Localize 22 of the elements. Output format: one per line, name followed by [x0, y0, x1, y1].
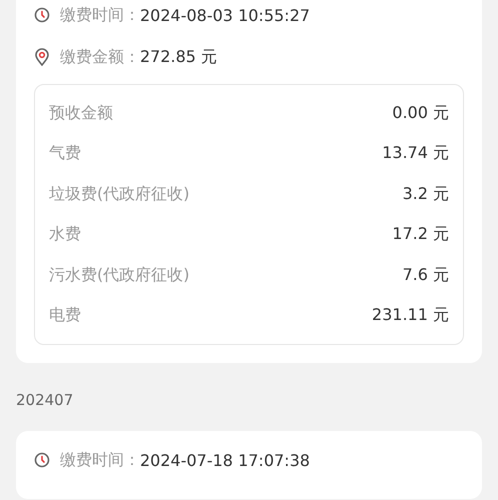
fee-amount: 13.74 元	[382, 143, 449, 164]
fee-name: 水费	[49, 224, 81, 246]
clock-icon	[34, 7, 50, 23]
payment-time-label: 缴费时间：	[60, 450, 140, 470]
fee-name: 预收金额	[49, 102, 113, 124]
fee-name: 电费	[49, 305, 81, 326]
fee-amount: 3.2 元	[402, 184, 449, 205]
payment-amount-label: 缴费金额：	[60, 46, 140, 68]
clock-icon	[34, 452, 50, 468]
fee-name: 垃圾费(代政府征收)	[49, 184, 190, 205]
payment-time-value: 2024-08-03 10:55:27	[140, 6, 310, 24]
payment-amount-value: 272.85 元	[140, 46, 218, 68]
payment-time-label: 缴费时间：	[60, 4, 140, 26]
fee-name: 气费	[49, 143, 81, 164]
fee-amount: 231.11 元	[372, 305, 449, 326]
fee-name: 污水费(代政府征收)	[49, 264, 190, 286]
month-heading: 202407	[16, 391, 74, 409]
payment-time-value: 2024-07-18 17:07:38	[140, 450, 310, 470]
fee-amount: 17.2 元	[392, 224, 449, 246]
location-pin-icon	[34, 48, 50, 66]
fee-amount: 7.6 元	[402, 264, 449, 286]
fee-amount: 0.00 元	[392, 102, 449, 124]
